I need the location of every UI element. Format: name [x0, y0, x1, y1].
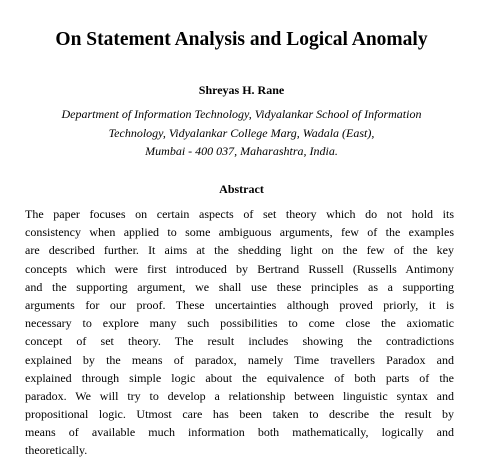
abstract-line: The paper focuses on certain aspects of …: [25, 207, 454, 221]
abstract-line: arguments for our proof. These uncertain…: [25, 297, 454, 312]
abstract-line: consistency when applied to some ambiguo…: [25, 225, 454, 240]
abstract-heading: Abstract: [219, 182, 264, 196]
abstract-line: concepts which were first introduced by …: [25, 261, 454, 276]
abstract-line: are described further. It aims at the sh…: [25, 243, 454, 258]
abstract-line: means of available much information both…: [25, 425, 454, 440]
abstract-line: explained by the means of paradox, namel…: [25, 352, 454, 367]
affiliation-line: Mumbai - 400 037, Maharashtra, India.: [145, 144, 338, 158]
affiliation-line: Department of Information Technology, Vi…: [61, 107, 422, 121]
author-affiliation: Department of Information Technology, Vi…: [0, 105, 483, 161]
abstract-line: necessary to explore many such possibili…: [25, 316, 454, 331]
author-name: Shreyas H. Rane: [198, 83, 285, 97]
abstract-line: explained through simple logic about the…: [25, 370, 454, 385]
abstract-line: and the supporting argument, we shall us…: [25, 279, 454, 294]
affiliation-line: Technology, Vidyalankar College Marg, Wa…: [108, 125, 375, 140]
abstract-body: The paper focuses on certain aspects of …: [25, 205, 454, 460]
abstract-line: propositional logic. Utmost care has bee…: [25, 407, 454, 422]
abstract-line: concept of set theory. The result includ…: [25, 334, 454, 349]
paper-page: On Statement Analysis and Logical Anomal…: [0, 0, 483, 457]
abstract-line: paradox. We will try to develop a relati…: [25, 388, 454, 403]
paper-title: On Statement Analysis and Logical Anomal…: [55, 29, 428, 50]
